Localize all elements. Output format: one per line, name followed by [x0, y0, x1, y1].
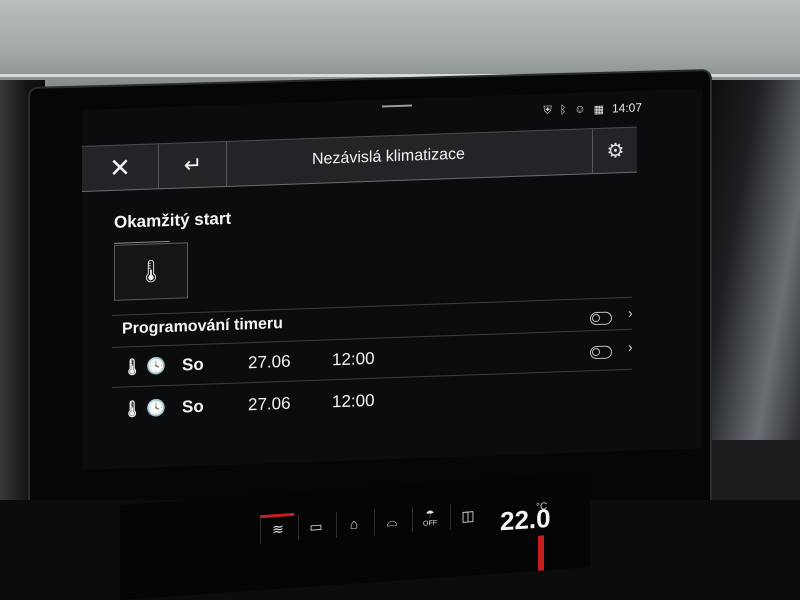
- instant-start-button[interactable]: 🌡: [114, 242, 188, 301]
- seat-heat-icon: ≋: [272, 520, 284, 537]
- temperature-unit: °C: [536, 501, 548, 513]
- back-icon: ↵: [183, 151, 203, 178]
- divider: [112, 296, 632, 316]
- timer-time: 12:00: [332, 348, 375, 370]
- temperature-bar: [538, 535, 544, 571]
- back-button[interactable]: ↵: [160, 141, 227, 189]
- rear-heat-icon: ▭: [309, 517, 323, 535]
- timer-row-1[interactable]: 🌡 🕓 So 27.06 12:00: [122, 344, 375, 383]
- status-time: 14:07: [611, 100, 642, 116]
- page-title: Nezávislá klimatizace: [312, 145, 465, 168]
- timer-day: So: [182, 396, 204, 417]
- thermometer-icon: 🌡: [122, 400, 143, 419]
- thermometer-icon: 🌡: [137, 258, 165, 285]
- signal-icon: ▦: [593, 103, 604, 116]
- windshield-button[interactable]: ⌓: [374, 506, 409, 536]
- recirculation-button[interactable]: ⌂: [336, 509, 371, 538]
- timer-heading: Programování timeru: [122, 314, 283, 338]
- title-bar: ✕ ↵ Nezávislá klimatizace ⚙: [82, 126, 638, 192]
- timer-row-2[interactable]: 🌡 🕓 So 27.06 12:00: [122, 386, 375, 425]
- timer-date: 27.06: [248, 351, 291, 373]
- status-bar: ⛨ ᛒ ☺ ▦ 14:07: [543, 98, 642, 119]
- clock-icon: 🕓: [146, 400, 166, 418]
- thermometer-icon: 🌡: [122, 358, 143, 377]
- person-icon: ☺: [574, 103, 586, 116]
- settings-button[interactable]: ⚙: [592, 127, 638, 174]
- off-label: OFF: [423, 519, 437, 528]
- windshield-off-icon: ☂: [425, 509, 435, 521]
- bluetooth-icon: ᛒ: [559, 104, 567, 117]
- timer-date: 27.06: [248, 393, 291, 415]
- location-shield-icon: ⛨: [543, 104, 552, 117]
- rear-window-icon: ◫: [461, 506, 475, 524]
- timer-toggle-1[interactable]: [590, 311, 612, 326]
- seat-heat-button[interactable]: ≋: [260, 514, 295, 544]
- timer-toggle-2[interactable]: [590, 345, 612, 360]
- infotainment-screen: ⛨ ᛒ ☺ ▦ 14:07 ✕ ↵ Nezávislá klimatizace …: [82, 88, 702, 470]
- windshield-icon: ⌓: [386, 512, 398, 529]
- timer-time: 12:00: [332, 390, 375, 412]
- instant-start-heading: Okamžitý start: [114, 208, 232, 232]
- close-button[interactable]: ✕: [82, 144, 159, 191]
- gear-icon: ⚙: [606, 139, 625, 163]
- recirculation-icon: ⌂: [349, 515, 359, 532]
- rear-window-button[interactable]: ◫: [450, 501, 485, 530]
- timer-day: So: [182, 354, 204, 375]
- clock-icon: 🕓: [146, 358, 166, 376]
- chevron-right-icon[interactable]: ›: [628, 305, 633, 321]
- rear-heat-button[interactable]: ▭: [298, 512, 333, 541]
- close-icon: ✕: [109, 151, 131, 183]
- windshield-off-button[interactable]: ☂ OFF: [412, 504, 447, 533]
- chevron-right-icon[interactable]: ›: [628, 339, 633, 355]
- pull-down-handle[interactable]: [382, 104, 412, 108]
